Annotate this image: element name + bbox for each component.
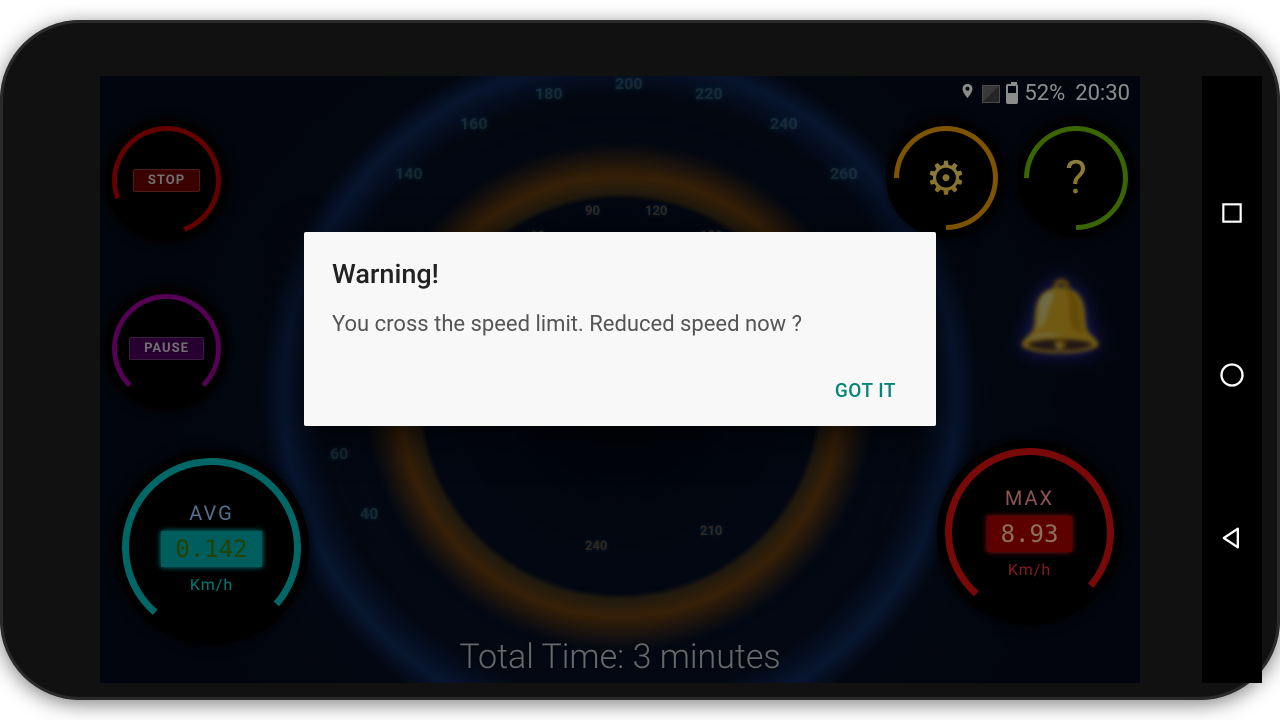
phone-frame: 40 60 80 100 120 140 160 180 200 220 240… [0,20,1280,700]
dialog-title: Warning! [332,258,908,290]
recent-apps-icon[interactable] [1219,200,1245,233]
app-screen: 40 60 80 100 120 140 160 180 200 220 240… [100,76,1140,683]
got-it-button[interactable]: GOT IT [823,369,908,412]
home-icon[interactable] [1218,361,1246,396]
android-nav-bar [1202,76,1262,683]
dialog-message: You cross the speed limit. Reduced speed… [332,312,908,337]
warning-dialog: Warning! You cross the speed limit. Redu… [304,232,936,426]
back-icon[interactable] [1218,524,1246,559]
